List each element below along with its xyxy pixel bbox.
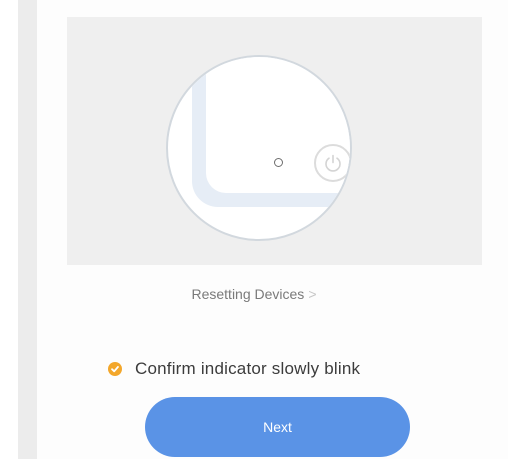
resetting-devices-link[interactable]: Resetting Devices > — [0, 286, 508, 302]
indicator-light-icon — [274, 158, 283, 167]
next-button[interactable]: Next — [145, 397, 410, 457]
confirm-indicator-row[interactable]: Confirm indicator slowly blink — [108, 357, 360, 381]
device-face — [206, 57, 350, 193]
check-circle-icon[interactable] — [108, 362, 122, 376]
chevron-right-icon: > — [308, 286, 317, 302]
resetting-devices-label: Resetting Devices — [191, 286, 305, 302]
left-edge-strip — [18, 0, 37, 459]
device-body — [192, 57, 350, 207]
confirm-indicator-label: Confirm indicator slowly blink — [135, 359, 361, 378]
device-illustration — [166, 55, 352, 241]
power-icon — [314, 144, 350, 182]
